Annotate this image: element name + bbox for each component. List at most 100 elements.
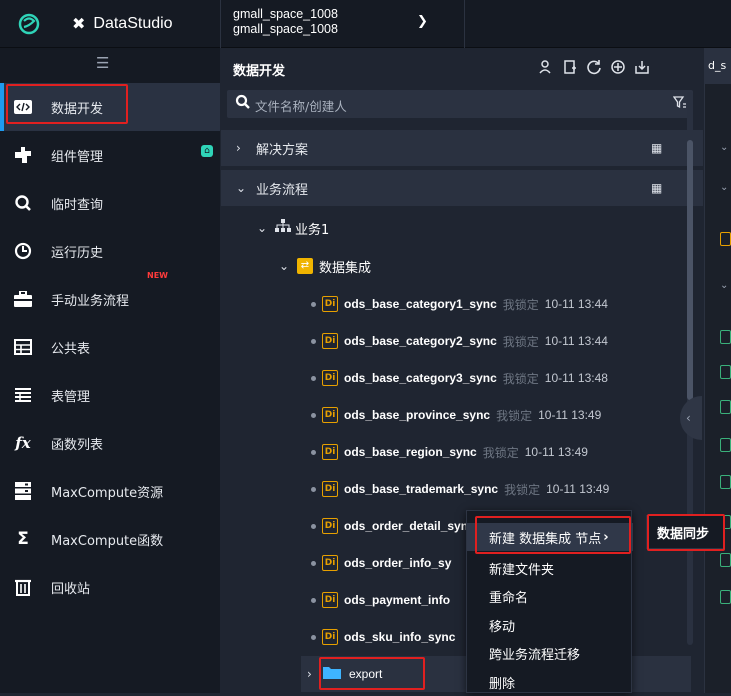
context-menu-item[interactable]: 删除 [467,668,633,696]
chevron-down-icon[interactable]: ⌄ [720,142,728,153]
grid-icon[interactable]: ▦ [651,181,662,195]
context-menu-label: 删除 [489,676,516,692]
business-label: 业务1 [295,222,330,238]
search-placeholder: 文件名称/创建人 [255,99,347,114]
chevron-down-icon[interactable]: ⌄ [720,182,728,193]
file-search[interactable]: 文件名称/创建人 [227,90,693,118]
node-type-icon[interactable] [720,330,731,344]
task-name: ods_base_category1_sync [344,297,497,311]
node-type-icon[interactable] [720,400,731,414]
task-node[interactable]: Di ods_base_category1_sync 我锁定 10-11 13:44 [221,286,691,322]
node-type-icon[interactable] [720,475,731,489]
di-node-icon: Di [322,629,338,645]
app-switcher[interactable]: ✖ DataStudio [72,12,173,36]
context-menu-label: 新建文件夹 [489,562,555,578]
status-dot [311,634,316,640]
di-node-icon: Di [322,370,338,386]
node-type-icon[interactable] [720,438,731,452]
workspace-id: gmall_space_1008 [233,22,338,36]
task-node[interactable]: Di ods_base_category3_sync 我锁定 10-11 13:48 [221,360,691,396]
lock-status: 我锁定 [502,334,539,349]
di-node-icon: Di [322,555,338,571]
grid-icon[interactable]: ▦ [651,141,662,155]
task-time: 10-11 13:49 [538,408,602,422]
context-menu-item[interactable]: 重命名 [467,583,633,611]
task-name: ods_sku_info_sync [344,630,456,644]
tools-icon: ✖ [72,16,86,33]
chevron-down-icon[interactable]: ❯ [417,14,428,29]
folder-data-integration[interactable]: ⌄ ⇄ 数据集成 [221,248,691,284]
nav-item-3[interactable]: 临时查询 [0,179,220,227]
nav-item-label: 手动业务流程 [51,293,130,309]
workspace-name: gmall_space_1008 [233,7,338,21]
component-icon [14,146,32,164]
workspace-selector[interactable]: gmall_space_1008 gmall_space_1008 [233,7,338,37]
task-name: ods_base_province_sync [344,408,491,422]
new-file-icon[interactable] [561,57,579,77]
lock-status: 我锁定 [502,297,539,312]
chevron-down-icon: ⌄ [236,181,247,195]
nav-item-11[interactable]: 回收站 [0,563,220,611]
context-menu-item[interactable]: 跨业务流程迁移 [467,640,633,668]
context-menu-item[interactable]: 新建文件夹 [467,554,633,582]
menu-collapse-icon[interactable]: ☰ [96,54,110,72]
chevron-down-icon[interactable]: ⌄ [720,280,728,291]
nav-item-label: 公共表 [51,341,91,357]
section-label: 解决方案 [256,142,309,158]
highlight-box-new-node [475,516,631,554]
nav-item-label: 函数列表 [51,437,104,453]
search-icon [235,94,251,114]
context-menu-label: 移动 [489,619,516,635]
di-node-icon: Di [322,592,338,608]
table-icon [14,338,32,356]
task-name: ods_base_category3_sync [344,371,497,385]
nav-item-8[interactable]: fx 函数列表 [0,419,220,467]
refresh-icon[interactable] [585,57,603,77]
chevron-right-icon: › [236,141,241,155]
di-node-icon: Di [322,296,338,312]
status-dot [311,412,316,418]
task-node[interactable]: Di ods_base_province_sync 我锁定 10-11 13:49 [221,397,691,433]
task-node[interactable]: Di ods_base_region_sync 我锁定 10-11 13:49 [221,434,691,470]
section-solutions[interactable]: › 解决方案 ▦ [221,130,703,166]
import-icon[interactable] [633,57,651,77]
task-node[interactable]: Di ods_base_category2_sync 我锁定 10-11 13:44 [221,323,691,359]
nav-item-9[interactable]: MaxCompute资源 [0,467,220,515]
lock-icon: ⌂ [201,145,213,157]
task-name: ods_base_category2_sync [344,334,497,348]
task-node[interactable]: Di ods_base_trademark_sync 我锁定 10-11 13:49 [221,471,691,507]
dataworks-logo-icon[interactable] [17,12,41,36]
left-nav: ☰ 数据开发 组件管理 ⌂ 临时查询 运行历史 手动业务流程 NEW 公共表 表管理 fx 函数列表… [0,48,220,693]
node-type-icon[interactable] [720,553,731,567]
context-menu-item[interactable]: 移动 [467,611,633,639]
editor-tab[interactable]: d_s [704,48,731,84]
user-filter-icon[interactable] [537,57,555,77]
nav-item-4[interactable]: 运行历史 [0,227,220,275]
node-type-icon[interactable] [720,590,731,604]
node-type-icon[interactable] [720,232,731,246]
lock-status: 我锁定 [482,445,519,460]
filter-icon[interactable] [672,95,687,113]
nav-item-5[interactable]: 手动业务流程 NEW [0,271,220,323]
locate-icon[interactable] [609,57,627,77]
task-name: ods_base_trademark_sync [344,482,499,496]
nav-item-7[interactable]: 表管理 [0,371,220,419]
di-node-icon: Di [322,333,338,349]
section-business-flow[interactable]: ⌄ 业务流程 ▦ [221,170,703,206]
task-name: ods_order_detail_sync [344,519,475,533]
nav-item-10[interactable]: Σ MaxCompute函数 [0,515,220,563]
new-badge: NEW [147,271,168,280]
business-node[interactable]: ⌄ 业务1 [221,210,691,246]
nav-item-2[interactable]: 组件管理 ⌂ [0,131,220,179]
search-icon [14,194,32,212]
briefcase-icon [14,290,32,308]
task-name: ods_base_region_sync [344,445,477,459]
panel-title: 数据开发 [233,64,286,79]
nav-item-6[interactable]: 公共表 [0,323,220,371]
node-type-icon[interactable] [720,365,731,379]
di-node-icon: Di [322,444,338,460]
scrollbar-thumb[interactable] [687,140,693,400]
lock-status: 我锁定 [504,482,541,497]
sigma-icon: Σ [17,529,29,549]
status-dot [311,523,316,529]
